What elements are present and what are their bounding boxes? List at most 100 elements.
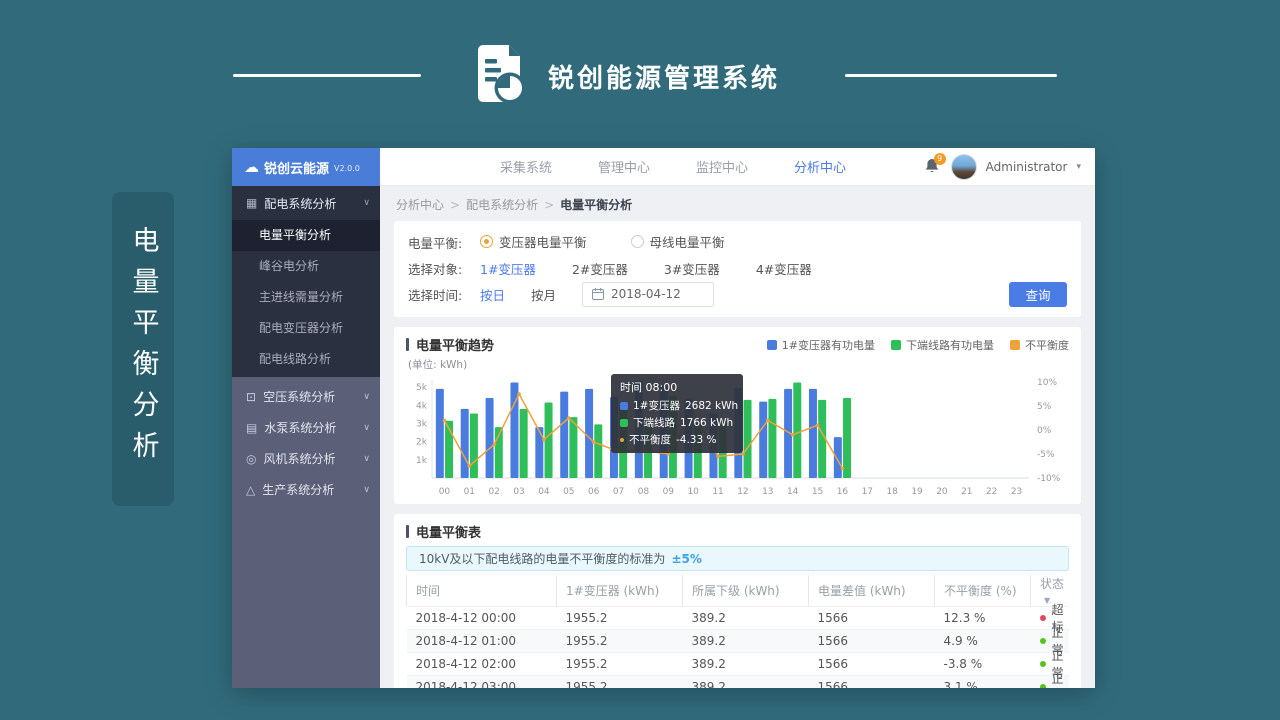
tooltip-series-name: 下端线路 xyxy=(633,415,675,430)
cell-diff: 1566 xyxy=(809,630,935,653)
tooltip-row-0: 1#变压器 2682 kWh xyxy=(620,398,734,413)
column-header-2[interactable]: 所属下级 (kWh) xyxy=(683,575,809,607)
column-header-4[interactable]: 不平衡度 (%) xyxy=(935,575,1031,607)
chevron-down-icon: ∨ xyxy=(363,392,370,402)
svg-text:5k: 5k xyxy=(416,383,428,393)
breadcrumb-item-1[interactable]: 配电系统分析 xyxy=(466,198,538,212)
time-label: 选择时间: xyxy=(408,285,480,304)
chart-plot-area[interactable]: 5k4k3k2k1k10%5%0%-5%-10%0001020304050607… xyxy=(406,374,1069,502)
vertical-title-card: 电量平衡分析 xyxy=(112,192,174,506)
filter-card: 电量平衡: 变压器电量平衡母线电量平衡 选择对象: 1#变压器2#变压器3#变压… xyxy=(394,221,1081,317)
table-card: 电量平衡表 10kV及以下配电线路的电量不平衡度的标准为 ±5% 时间1#变压器… xyxy=(394,514,1081,688)
svg-text:14: 14 xyxy=(787,487,799,497)
notification-bell[interactable]: 9 xyxy=(924,158,942,176)
nav-item-3[interactable]: 分析中心 xyxy=(794,157,846,176)
table-row[interactable]: 2018-4-12 03:001955.2389.215663.1 %正常 xyxy=(407,676,1070,689)
app-version: V2.0.0 xyxy=(334,164,360,173)
legend-swatch-orange xyxy=(1010,340,1020,350)
svg-text:0%: 0% xyxy=(1037,426,1052,436)
column-header-1[interactable]: 1#变压器 (kWh) xyxy=(557,575,683,607)
sidebar-item-2[interactable]: 主进线需量分析 xyxy=(232,282,380,313)
radio-option-1[interactable]: 母线电量平衡 xyxy=(631,232,725,251)
sort-caret-icon[interactable]: ▼ xyxy=(1044,596,1050,605)
time-mode-1[interactable]: 按月 xyxy=(531,288,556,303)
app-logo-name: 锐创云能源 xyxy=(264,158,329,177)
nav-item-1[interactable]: 管理中心 xyxy=(598,157,650,176)
breadcrumb-item-0[interactable]: 分析中心 xyxy=(396,198,444,212)
green-square xyxy=(620,419,628,427)
sidebar-item-3[interactable]: 配电变压器分析 xyxy=(232,313,380,344)
chart-title: 电量平衡趋势 xyxy=(416,335,494,354)
column-header-0[interactable]: 时间 xyxy=(407,575,557,607)
cell-diff: 1566 xyxy=(809,653,935,676)
column-header-3[interactable]: 电量差值 (kWh) xyxy=(809,575,935,607)
sidebar-item-4[interactable]: 配电线路分析 xyxy=(232,344,380,375)
svg-text:02: 02 xyxy=(488,487,499,497)
cell-transformer: 1955.2 xyxy=(557,607,683,630)
radio-label: 变压器电量平衡 xyxy=(499,232,587,251)
sidebar-group-distribution: ▦ 配电系统分析 ∨ 电量平衡分析峰谷电分析主进线需量分析配电变压器分析配电线路… xyxy=(232,186,380,377)
title-marker xyxy=(406,338,409,351)
chevron-down-icon[interactable]: ▾ xyxy=(1076,162,1081,172)
sidebar-group-2[interactable]: ◎风机系统分析∨ xyxy=(232,443,380,474)
date-picker[interactable]: 2018-04-12 xyxy=(582,282,714,307)
sidebar-group-1[interactable]: ▤水泵系统分析∨ xyxy=(232,412,380,443)
header-rule-left xyxy=(233,74,421,77)
legend-label: 不平衡度 xyxy=(1025,337,1069,353)
cell-diff: 1566 xyxy=(809,676,935,689)
status-badge: 正常 xyxy=(1040,676,1070,688)
svg-text:3k: 3k xyxy=(416,419,428,429)
svg-text:00: 00 xyxy=(439,487,451,497)
object-option-0[interactable]: 1#变压器 xyxy=(480,262,536,277)
chart-card: 电量平衡趋势 1#变压器有功电量下端线路有功电量不平衡度 (单位: kWh) 5… xyxy=(394,327,1081,504)
tooltip-row-2: 不平衡度 -4.33 % xyxy=(620,432,734,447)
svg-text:2k: 2k xyxy=(416,438,428,448)
table-row[interactable]: 2018-4-12 00:001955.2389.2156612.3 %超标 xyxy=(407,607,1070,630)
cell-time: 2018-4-12 02:00 xyxy=(407,653,557,676)
chevron-down-icon: ∨ xyxy=(363,485,370,495)
table-title: 电量平衡表 xyxy=(416,522,481,541)
sidebar-group-label: 空压系统分析 xyxy=(263,388,335,405)
legend-item-0[interactable]: 1#变压器有功电量 xyxy=(767,337,875,353)
tooltip-time: 时间 08:00 xyxy=(620,379,734,395)
legend-item-2[interactable]: 不平衡度 xyxy=(1010,337,1069,353)
svg-text:10%: 10% xyxy=(1037,378,1057,388)
cell-unbalance: 12.3 % xyxy=(935,607,1031,630)
nav-item-2[interactable]: 监控中心 xyxy=(696,157,748,176)
legend-item-1[interactable]: 下端线路有功电量 xyxy=(891,337,994,353)
object-option-2[interactable]: 3#变压器 xyxy=(664,262,720,277)
blue-square xyxy=(620,402,628,410)
time-mode-0[interactable]: 按日 xyxy=(480,288,505,303)
table-row[interactable]: 2018-4-12 02:001955.2389.21566-3.8 %正常 xyxy=(407,653,1070,676)
nav-item-0[interactable]: 采集系统 xyxy=(500,157,552,176)
sidebar-item-1[interactable]: 峰谷电分析 xyxy=(232,251,380,282)
notice-text: 10kV及以下配电线路的电量不平衡度的标准为 xyxy=(419,550,665,567)
sidebar-item-0[interactable]: 电量平衡分析 xyxy=(232,220,380,251)
balance-type-label: 电量平衡: xyxy=(408,233,480,252)
app-window: ☁ 锐创云能源 V2.0.0 ▦ 配电系统分析 ∨ 电量平衡分析峰谷电分析主进线… xyxy=(232,148,1095,688)
sidebar-group-0[interactable]: ⊡空压系统分析∨ xyxy=(232,381,380,412)
svg-text:-5%: -5% xyxy=(1037,450,1055,460)
app-logo[interactable]: ☁ 锐创云能源 V2.0.0 xyxy=(232,148,380,186)
radio-icon xyxy=(480,235,493,248)
tooltip-value: 2682 kWh xyxy=(685,400,738,412)
avatar[interactable] xyxy=(951,154,977,180)
radio-option-0[interactable]: 变压器电量平衡 xyxy=(480,232,587,251)
object-option-1[interactable]: 2#变压器 xyxy=(572,262,628,277)
chart-tooltip: 时间 08:00 1#变压器 2682 kWh下端线路 1766 kWh不平衡度… xyxy=(611,374,743,453)
orange-circle xyxy=(620,438,624,442)
top-nav: 采集系统 管理中心 监控中心 分析中心 xyxy=(500,157,846,176)
pump-icon: ▤ xyxy=(246,421,257,435)
sidebar-group-label: 生产系统分析 xyxy=(262,481,334,498)
query-button[interactable]: 查询 xyxy=(1009,282,1067,307)
svg-text:11: 11 xyxy=(712,487,723,497)
object-option-3[interactable]: 4#变压器 xyxy=(756,262,812,277)
sidebar-collapsed-groups: ⊡空压系统分析∨▤水泵系统分析∨◎风机系统分析∨△生产系统分析∨ xyxy=(232,377,380,688)
header-rule-right xyxy=(845,74,1057,77)
sidebar-group-3[interactable]: △生产系统分析∨ xyxy=(232,474,380,505)
sidebar-group-header-distribution[interactable]: ▦ 配电系统分析 ∨ xyxy=(232,186,380,220)
status-dot-icon xyxy=(1040,638,1046,644)
sidebar-group-label: 风机系统分析 xyxy=(263,450,335,467)
table-row[interactable]: 2018-4-12 01:001955.2389.215664.9 %正常 xyxy=(407,630,1070,653)
svg-text:04: 04 xyxy=(538,487,550,497)
